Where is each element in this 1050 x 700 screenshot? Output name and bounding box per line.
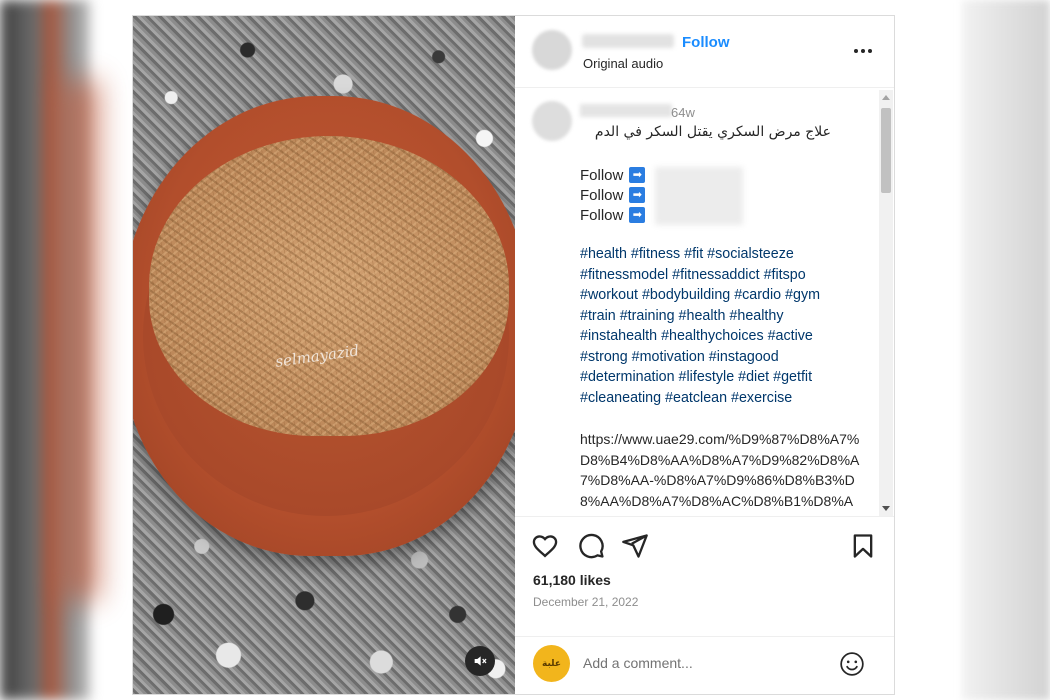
caption-scroll-area[interactable]: 64w علاج مرض السكري يقتل السكر في الدم F… [515, 89, 894, 517]
more-options-button[interactable] [850, 38, 876, 64]
follow-line-text: Follow [580, 186, 624, 204]
post-media[interactable]: selmayazid [133, 16, 515, 694]
action-bar [515, 526, 894, 566]
hashtag-block: #health #fitness #fit #socialsteeze #fit… [580, 244, 870, 408]
hashtag-line[interactable]: #fitnessmodel #fitnessaddict #fitspo [580, 265, 870, 286]
hashtag-line[interactable]: #determination #lifestyle #diet #getfit [580, 367, 870, 388]
post-modal: selmayazid Follow Original audio 64w علا… [132, 15, 895, 695]
more-dot-icon [868, 49, 872, 53]
caption-timestamp[interactable]: 64w [671, 105, 695, 120]
right-arrow-icon: ➡ [629, 167, 646, 183]
hashtag-line[interactable]: #cleaneating #eatclean #exercise [580, 388, 870, 409]
viewer-avatar-text: علبة [542, 658, 561, 668]
post-header: Follow Original audio [515, 16, 894, 88]
seeds-pile [149, 136, 509, 436]
add-comment-input[interactable] [583, 651, 833, 675]
share-icon[interactable] [621, 532, 649, 560]
caption-avatar[interactable] [532, 101, 572, 141]
more-dot-icon [854, 49, 858, 53]
likes-count[interactable]: 61,180 likes [533, 572, 611, 588]
follow-line-text: Follow [580, 206, 624, 224]
emoji-icon[interactable] [839, 651, 865, 677]
follow-line-text: Follow [580, 166, 624, 184]
follow-lines: Follow ➡ Follow ➡ Follow ➡ [580, 165, 646, 225]
right-arrow-icon: ➡ [629, 187, 646, 203]
follow-line: Follow ➡ [580, 165, 646, 185]
post-side-panel: Follow Original audio 64w علاج مرض السكر… [515, 16, 894, 694]
scrollbar-thumb[interactable] [881, 108, 891, 193]
follow-line: Follow ➡ [580, 205, 646, 225]
comment-icon[interactable] [577, 532, 605, 560]
post-date[interactable]: December 21, 2022 [533, 595, 638, 609]
blurred-backdrop-right [962, 0, 1050, 700]
hashtag-line[interactable]: #train #training #health #healthy [580, 306, 870, 327]
viewer-avatar[interactable]: علبة [533, 645, 570, 682]
author-avatar[interactable] [532, 30, 572, 70]
mute-button[interactable] [465, 646, 495, 676]
author-username-redacted[interactable] [582, 34, 674, 48]
right-arrow-icon: ➡ [629, 207, 646, 223]
hashtag-line[interactable]: #instahealth #healthychoices #active [580, 326, 870, 347]
bookmark-icon[interactable] [849, 532, 877, 560]
add-comment-row: علبة [515, 636, 894, 694]
follow-button[interactable]: Follow [682, 34, 730, 51]
more-dot-icon [861, 49, 865, 53]
mentions-redacted [655, 167, 743, 225]
hashtag-line[interactable]: #workout #bodybuilding #cardio #gym [580, 285, 870, 306]
hashtag-line[interactable]: #health #fitness #fit #socialsteeze [580, 244, 870, 265]
muted-speaker-icon [474, 656, 487, 666]
caption-username-redacted[interactable] [580, 104, 672, 117]
caption-link[interactable]: https://www.uae29.com/%D9%87%D8%A7%D8%B4… [580, 429, 865, 516]
heart-icon[interactable] [531, 532, 559, 560]
scroll-down-arrow-icon[interactable] [882, 506, 890, 511]
hashtag-line[interactable]: #strong #motivation #instagood [580, 347, 870, 368]
original-audio-link[interactable]: Original audio [583, 56, 663, 71]
follow-line: Follow ➡ [580, 185, 646, 205]
scrollbar[interactable] [879, 90, 893, 516]
caption-arabic-text: علاج مرض السكري يقتل السكر في الدم [594, 124, 831, 140]
scroll-up-arrow-icon[interactable] [882, 95, 890, 100]
blurred-backdrop-glow [60, 80, 100, 600]
